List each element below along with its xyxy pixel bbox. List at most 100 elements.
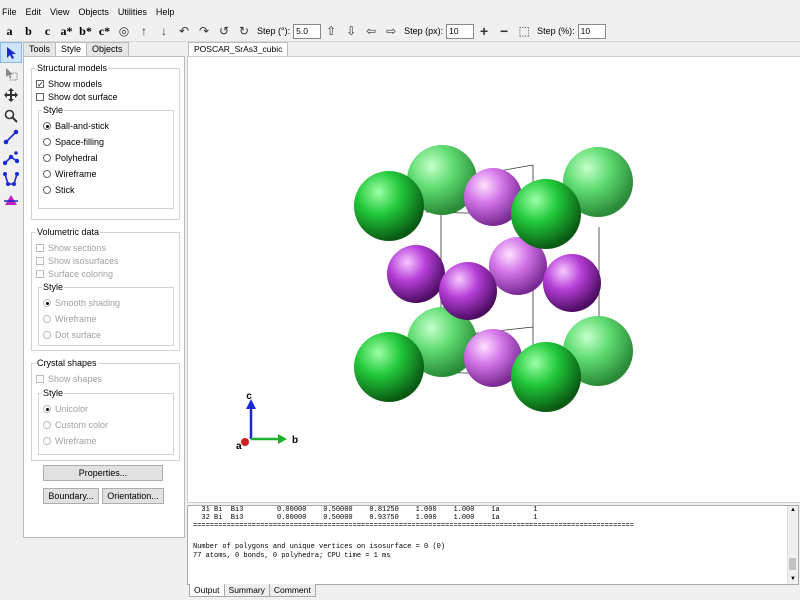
radio-space-filling[interactable]: Space-filling [43,136,104,148]
radio-label: Wireframe [55,169,97,179]
step-px-input[interactable]: 10 [446,23,475,39]
checkbox-label: Show isosurfaces [48,256,119,266]
axis-b-label: b [292,435,298,446]
scroll-down-icon[interactable]: ▼ [788,575,798,584]
tab-comment[interactable]: Comment [268,584,316,597]
tab-summary[interactable]: Summary [223,584,270,597]
bond-distance-icon[interactable] [0,126,22,147]
translate-right-icon[interactable]: ⇨ [381,24,401,38]
output-tabs: Output Summary Comment [189,584,316,597]
translate-down-icon[interactable]: ⇩ [341,24,361,38]
radio-label: Smooth shading [55,298,121,308]
show-isosurfaces-checkbox[interactable]: Show isosurfaces [36,255,119,267]
view-along-c-button[interactable]: c [38,24,57,39]
view-along-a-star-button[interactable]: a* [57,24,76,39]
menu-help[interactable]: Help [156,7,175,17]
radio-stick[interactable]: Stick [43,184,75,196]
fit-to-window-icon[interactable]: ⬚ [514,24,534,38]
rotate-globe-icon[interactable]: ◎ [114,24,134,38]
volumetric-style-title: Style [42,282,65,292]
show-sections-checkbox[interactable]: Show sections [36,242,106,254]
radio-polyhedral[interactable]: Polyhedral [43,152,98,164]
view-along-a-button[interactable]: a [0,24,19,39]
scroll-up-icon[interactable]: ▲ [788,506,798,515]
step-degree-input[interactable]: 5.0 [293,23,322,39]
atom-purple[interactable] [387,245,445,303]
tab-tools[interactable]: Tools [23,42,57,56]
style-panel-body: Structural models ✓ Show models Show dot… [23,56,185,538]
step-percent-input[interactable]: 10 [577,23,606,39]
view-along-c-star-button[interactable]: c* [95,24,114,39]
radio-dot [43,421,51,429]
show-models-checkbox[interactable]: ✓ Show models [36,78,102,90]
radio-dot [43,122,51,130]
magnify-icon[interactable] [0,105,22,126]
move-icon[interactable] [0,84,22,105]
atom-green[interactable] [511,342,581,412]
radio-dot [43,331,51,339]
radio-dot-surface[interactable]: Dot surface [43,329,101,341]
view-along-b-button[interactable]: b [19,24,38,39]
select-arrow-icon[interactable] [0,42,22,63]
atom-purple[interactable] [439,262,497,320]
structure-viewer[interactable]: c b a [187,56,800,503]
rotate-up-icon[interactable]: ↑ [134,24,154,38]
translate-up-icon[interactable]: ⇧ [321,24,341,38]
checkbox-box [36,270,44,278]
radio-crystal-wireframe[interactable]: Wireframe [43,435,97,447]
menu-objects[interactable]: Objects [78,7,109,17]
tab-objects[interactable]: Objects [86,42,129,56]
lattice-plane-icon[interactable] [0,189,22,210]
tab-output[interactable]: Output [189,584,225,597]
structure-canvas[interactable]: c b a [188,57,800,502]
surface-coloring-checkbox[interactable]: Surface coloring [36,268,113,280]
properties-button[interactable]: Properties... [43,465,163,481]
crystal-shapes-group: Crystal shapes Show shapes Style Unicolo… [31,358,180,461]
radio-label: Unicolor [55,404,89,414]
rotate-down-icon[interactable]: ↓ [154,24,174,38]
rotate-ccw-icon[interactable]: ↺ [214,24,234,38]
radio-wireframe[interactable]: Wireframe [43,168,97,180]
tab-style[interactable]: Style [55,42,88,56]
output-line: 77 atoms, 0 bonds, 0 polyhedra; CPU time… [193,552,391,560]
radio-smooth-shading[interactable]: Smooth shading [43,297,120,309]
radio-dot [43,405,51,413]
radio-custom-color[interactable]: Custom color [43,419,108,431]
orientation-button[interactable]: Orientation... [102,488,164,504]
boundary-button[interactable]: Boundary... [43,488,99,504]
checkbox-box [36,257,44,265]
toolbar: a b c a* b* c* ◎ ↑ ↓ ↶ ↷ ↺ ↻ Step (°): 5… [0,21,800,42]
bond-angle-icon[interactable] [0,147,22,168]
rotate-right-icon[interactable]: ↷ [194,24,214,38]
show-shapes-checkbox[interactable]: Show shapes [36,373,102,385]
show-dot-surface-checkbox[interactable]: Show dot surface [36,91,118,103]
zoom-out-icon[interactable]: − [494,23,514,39]
atom-green[interactable] [354,171,424,241]
menu-file[interactable]: File [2,7,17,17]
menu-edit[interactable]: Edit [26,7,42,17]
translate-left-icon[interactable]: ⇦ [361,24,381,38]
select-box-icon[interactable] [0,63,22,84]
radio-volumetric-wireframe[interactable]: Wireframe [43,313,97,325]
rotate-left-icon[interactable]: ↶ [174,24,194,38]
rotate-cw-icon[interactable]: ↻ [234,24,254,38]
output-pane[interactable]: 31 Bi Bi3 0.00000 0.50000 0.81250 1.000 … [187,505,799,585]
structural-style-title: Style [42,105,65,115]
atom-purple[interactable] [543,254,601,312]
output-scrollbar[interactable]: ▲ ▼ [787,506,798,584]
menu-utilities[interactable]: Utilities [118,7,147,17]
radio-ball-and-stick[interactable]: Ball-and-stick [43,120,109,132]
structural-models-group: Structural models ✓ Show models Show dot… [31,63,180,220]
checkbox-label: Show shapes [48,374,103,384]
dihedral-icon[interactable] [0,168,22,189]
axis-indicator [241,399,287,446]
scroll-thumb[interactable] [789,558,796,570]
atom-green[interactable] [354,332,424,402]
zoom-in-icon[interactable]: + [474,23,494,39]
radio-unicolor[interactable]: Unicolor [43,403,88,415]
atom-green[interactable] [511,179,581,249]
menu-view[interactable]: View [50,7,69,17]
volumetric-data-group: Volumetric data Show sections Show isosu… [31,227,180,351]
document-tab[interactable]: POSCAR_SrAs3_cubic [188,42,289,56]
view-along-b-star-button[interactable]: b* [76,24,95,39]
